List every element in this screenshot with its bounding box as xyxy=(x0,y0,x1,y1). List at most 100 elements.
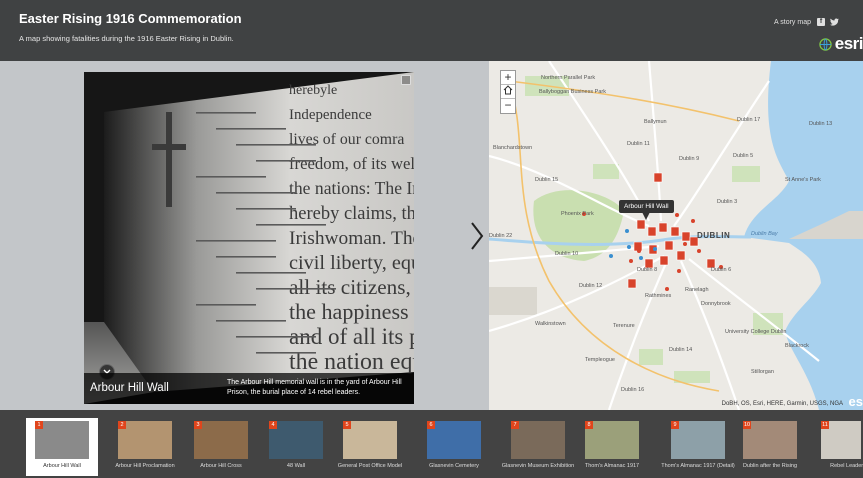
slide-caption: The Arbour Hill memorial wall is in the … xyxy=(227,379,402,396)
map-label: Ballyboggan Business Park xyxy=(539,89,606,95)
thumbnail-image xyxy=(671,421,725,459)
map-attribution[interactable]: DoBH, OS, Esri, HERE, Garmin, USGS, NGA xyxy=(722,401,843,407)
map-label: Ballymun xyxy=(644,119,667,125)
wall-faded-text xyxy=(236,272,306,274)
wall-faded-text xyxy=(236,336,316,338)
caption-bar: Arbour Hill Wall The Arbour Hill memoria… xyxy=(84,373,414,404)
thumbnail-item[interactable]: 11 Rebel Leaders xyxy=(812,418,863,476)
wall-inscription-line: Irishwoman. The Rep xyxy=(289,228,414,249)
header-bar: Easter Rising 1916 Commemoration A map s… xyxy=(0,0,863,61)
wall-inscription-line: herebyle xyxy=(289,83,337,98)
wall-inscription-line: freedom, of its welfa xyxy=(289,154,414,173)
wall-faded-text xyxy=(196,176,266,178)
story-map-link[interactable]: A story map xyxy=(774,19,811,26)
next-slide-arrow[interactable] xyxy=(469,221,485,251)
map-label: Dublin 12 xyxy=(579,283,603,289)
thumbnail-item[interactable]: 3 Arbour Hill Cross xyxy=(185,418,257,476)
home-icon xyxy=(503,85,513,95)
wall-faded-text xyxy=(256,160,316,162)
map-label: Dublin 13 xyxy=(809,121,833,127)
map-label: Northern Parallel Park xyxy=(541,75,596,81)
map-label: Walkinstown xyxy=(535,321,566,327)
thumbnail-image xyxy=(35,421,89,459)
social-share: f xyxy=(817,18,839,26)
wall-inscription-line: hereby claims, the a xyxy=(289,204,414,224)
thumbnail-number-badge: 7 xyxy=(511,421,519,429)
zoom-in-button[interactable]: + xyxy=(501,71,515,85)
map-label: Donnybrook xyxy=(701,301,731,307)
map-label: Templeogue xyxy=(585,357,615,363)
wall-faded-text xyxy=(256,352,316,354)
story-map-link-group: A story map f xyxy=(774,18,839,26)
thumbnail-item[interactable]: 7 Glasnevin Museum Exhibition xyxy=(502,418,574,476)
wall-inscription-line: civil liberty, equal ri xyxy=(289,252,414,274)
map-label: Terenure xyxy=(613,323,635,329)
wall-faded-text xyxy=(236,144,316,146)
wall-faded-text xyxy=(256,288,336,290)
thumbnail-number-badge: 10 xyxy=(743,421,752,429)
thumbnail-item[interactable]: 1 Arbour Hill Wall xyxy=(26,418,98,476)
thumbnail-image xyxy=(585,421,639,459)
map-label: Dublin 14 xyxy=(669,347,693,353)
thumbnail-item[interactable]: 10 Dublin after the Rising xyxy=(734,418,806,476)
main-stage: herebyle Independence lives of our comra fr… xyxy=(0,61,863,410)
thumbnail-number-badge: 5 xyxy=(343,421,351,429)
map-tooltip: Arbour Hill Wall xyxy=(619,200,674,213)
page-title: Easter Rising 1916 Commemoration xyxy=(19,11,242,26)
slide-photo[interactable]: herebyle Independence lives of our comra fr… xyxy=(84,72,414,404)
wall-inscription-line: Independence xyxy=(289,107,372,123)
wall-faded-text xyxy=(236,208,296,210)
wall-inscription-line: the happiness and p xyxy=(289,299,414,324)
map-label: University College Dublin xyxy=(725,329,787,335)
map-label: Dublin 8 xyxy=(637,267,658,273)
thumbnail-image xyxy=(427,421,481,459)
facebook-icon[interactable]: f xyxy=(817,18,825,26)
map-label-water: Dublin Bay xyxy=(751,231,778,237)
wall-faded-text xyxy=(216,192,296,194)
map-label-city: DUBLIN xyxy=(697,231,731,240)
map-label: Dublin 15 xyxy=(535,177,559,183)
thumbnail-item[interactable]: 6 Glasnevin Cemetery xyxy=(418,418,490,476)
map-label: Dublin 9 xyxy=(679,156,700,162)
wall-faded-text xyxy=(196,304,256,306)
esri-logo[interactable]: esri xyxy=(819,34,863,54)
thumbnail-number-badge: 9 xyxy=(671,421,679,429)
memorial-wall-image: herebyleIndependencelives of our comrafr… xyxy=(84,72,414,404)
twitter-icon[interactable] xyxy=(830,18,839,26)
thumbnail-number-badge: 3 xyxy=(194,421,202,429)
thumbnail-item[interactable]: 4 48 Wall xyxy=(260,418,332,476)
esri-map-mark[interactable]: es xyxy=(849,394,863,409)
thumbnail-item[interactable]: 8 Thom's Almanac 1917 xyxy=(576,418,648,476)
thumbnail-item[interactable]: 9 Thom's Almanac 1917 (Detail) xyxy=(661,418,735,476)
thumbnail-image xyxy=(194,421,248,459)
map-label: Dublin 5 xyxy=(733,153,754,159)
map-label: Rathmines xyxy=(645,293,672,299)
map-label: Blackrock xyxy=(785,343,809,349)
wall-inscription-line: the nations: The Iri xyxy=(289,178,414,198)
map-basemap xyxy=(489,61,863,410)
map-view[interactable]: + − Northern Parallel Park Ballyboggan B… xyxy=(489,61,863,410)
thumbnail-image xyxy=(269,421,323,459)
map-label: Ranelagh xyxy=(685,287,709,293)
zoom-out-button[interactable]: − xyxy=(501,99,515,113)
thumbnail-number-badge: 11 xyxy=(821,421,829,429)
map-label: Dublin 10 xyxy=(555,251,579,257)
thumbnail-item[interactable]: 2 Arbour Hill Proclamation xyxy=(109,418,181,476)
slide-title: Arbour Hill Wall xyxy=(90,382,169,394)
thumbnail-label: Dublin after the Rising xyxy=(742,463,798,469)
thumbnail-item[interactable]: 5 General Post Office Model xyxy=(334,418,406,476)
wall-faded-text xyxy=(256,224,326,226)
wall-faded-text xyxy=(216,256,276,258)
expand-icon[interactable] xyxy=(401,75,411,85)
thumbnail-image xyxy=(511,421,565,459)
home-button[interactable] xyxy=(501,85,515,99)
map-label: Stillorgan xyxy=(751,369,774,375)
map-label: Dublin 11 xyxy=(627,141,650,147)
map-label: St Anne's Park xyxy=(785,177,821,183)
page-subtitle: A map showing fatalities during the 1916… xyxy=(19,34,234,43)
map-label: Dublin 6 xyxy=(711,267,732,273)
thumbnail-image xyxy=(343,421,397,459)
globe-icon xyxy=(819,37,832,51)
map-label: Phoenix Park xyxy=(561,211,594,217)
thumbnail-image xyxy=(118,421,172,459)
